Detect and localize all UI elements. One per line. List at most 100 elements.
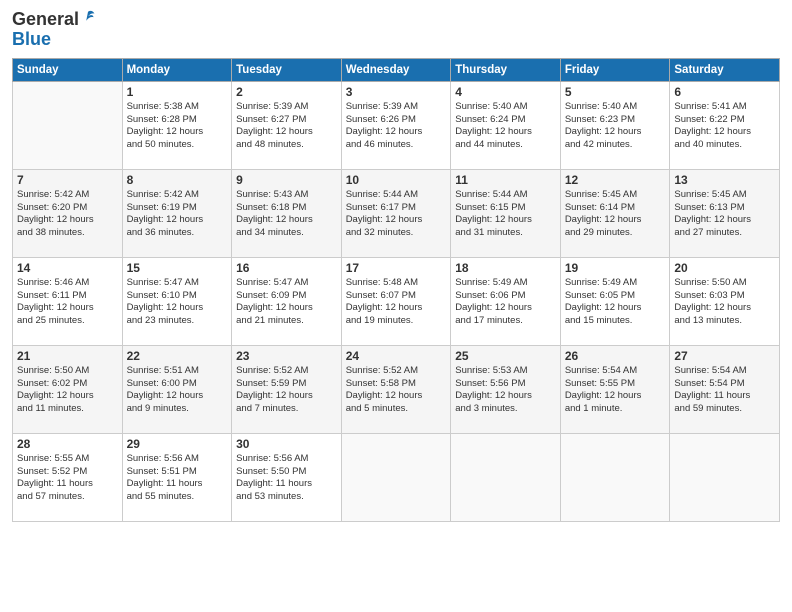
- logo-blue: Blue: [12, 30, 96, 50]
- day-number: 30: [236, 437, 337, 451]
- day-number: 3: [346, 85, 447, 99]
- calendar-cell: 2 Sunrise: 5:39 AM Sunset: 6:27 PM Daylig…: [232, 81, 342, 169]
- calendar-cell: 16 Sunrise: 5:47 AM Sunset: 6:09 PM Dayli…: [232, 257, 342, 345]
- day-number: 24: [346, 349, 447, 363]
- calendar-cell: 5 Sunrise: 5:40 AM Sunset: 6:23 PM Daylig…: [560, 81, 670, 169]
- calendar-cell: 11 Sunrise: 5:44 AM Sunset: 6:15 PM Dayli…: [451, 169, 561, 257]
- calendar-cell: 23Sunrise: 5:52 AM Sunset: 5:59 PM Dayli…: [232, 345, 342, 433]
- day-number: 6: [674, 85, 775, 99]
- calendar-cell: 20Sunrise: 5:50 AM Sunset: 6:03 PM Dayli…: [670, 257, 780, 345]
- calendar-cell: 12 Sunrise: 5:45 AM Sunset: 6:14 PM Dayli…: [560, 169, 670, 257]
- day-info: Sunrise: 5:39 AM Sunset: 6:27 PM Dayligh…: [236, 101, 337, 152]
- day-info: Sunrise: 5:49 AM Sunset: 6:06 PM Dayligh…: [455, 277, 556, 328]
- day-info: Sunrise: 5:46 AM Sunset: 6:11 PM Dayligh…: [17, 277, 118, 328]
- day-info: Sunrise: 5:45 AM Sunset: 6:13 PM Dayligh…: [674, 189, 775, 240]
- day-number: 23: [236, 349, 337, 363]
- weekday-header: Monday: [122, 58, 232, 81]
- day-number: 2: [236, 85, 337, 99]
- calendar-cell: 29 Sunrise: 5:56 AM Sunset: 5:51 PM Dayli…: [122, 433, 232, 521]
- page-header: General Blue: [12, 10, 780, 50]
- calendar-cell: 25Sunrise: 5:53 AM Sunset: 5:56 PM Dayli…: [451, 345, 561, 433]
- weekday-header: Friday: [560, 58, 670, 81]
- calendar-cell: 4 Sunrise: 5:40 AM Sunset: 6:24 PM Daylig…: [451, 81, 561, 169]
- day-number: 7: [17, 173, 118, 187]
- weekday-header: Thursday: [451, 58, 561, 81]
- day-info: Sunrise: 5:43 AM Sunset: 6:18 PM Dayligh…: [236, 189, 337, 240]
- calendar-cell: 21Sunrise: 5:50 AM Sunset: 6:02 PM Dayli…: [13, 345, 123, 433]
- calendar-cell: 17Sunrise: 5:48 AM Sunset: 6:07 PM Dayli…: [341, 257, 451, 345]
- calendar-cell: 27 Sunrise: 5:54 AM Sunset: 5:54 PM Dayli…: [670, 345, 780, 433]
- logo-bird-icon: [80, 10, 96, 30]
- day-number: 9: [236, 173, 337, 187]
- day-info: Sunrise: 5:55 AM Sunset: 5:52 PM Dayligh…: [17, 453, 118, 504]
- calendar-week-row: 14 Sunrise: 5:46 AM Sunset: 6:11 PM Dayli…: [13, 257, 780, 345]
- day-info: Sunrise: 5:56 AM Sunset: 5:51 PM Dayligh…: [127, 453, 228, 504]
- weekday-header: Tuesday: [232, 58, 342, 81]
- calendar-cell: 19 Sunrise: 5:49 AM Sunset: 6:05 PM Dayli…: [560, 257, 670, 345]
- calendar-cell: 26 Sunrise: 5:54 AM Sunset: 5:55 PM Dayli…: [560, 345, 670, 433]
- calendar-header-row: SundayMondayTuesdayWednesdayThursdayFrid…: [13, 58, 780, 81]
- weekday-header: Saturday: [670, 58, 780, 81]
- calendar-cell: 13 Sunrise: 5:45 AM Sunset: 6:13 PM Dayli…: [670, 169, 780, 257]
- calendar-cell: 7 Sunrise: 5:42 AM Sunset: 6:20 PM Daylig…: [13, 169, 123, 257]
- calendar-cell: 8 Sunrise: 5:42 AM Sunset: 6:19 PM Daylig…: [122, 169, 232, 257]
- calendar-cell: [560, 433, 670, 521]
- day-info: Sunrise: 5:40 AM Sunset: 6:24 PM Dayligh…: [455, 101, 556, 152]
- day-number: 5: [565, 85, 666, 99]
- day-number: 29: [127, 437, 228, 451]
- day-info: Sunrise: 5:47 AM Sunset: 6:09 PM Dayligh…: [236, 277, 337, 328]
- day-number: 20: [674, 261, 775, 275]
- day-info: Sunrise: 5:54 AM Sunset: 5:55 PM Dayligh…: [565, 365, 666, 416]
- calendar-week-row: 21Sunrise: 5:50 AM Sunset: 6:02 PM Dayli…: [13, 345, 780, 433]
- day-number: 8: [127, 173, 228, 187]
- day-info: Sunrise: 5:44 AM Sunset: 6:17 PM Dayligh…: [346, 189, 447, 240]
- day-number: 28: [17, 437, 118, 451]
- weekday-header: Sunday: [13, 58, 123, 81]
- day-info: Sunrise: 5:44 AM Sunset: 6:15 PM Dayligh…: [455, 189, 556, 240]
- day-info: Sunrise: 5:50 AM Sunset: 6:02 PM Dayligh…: [17, 365, 118, 416]
- day-number: 18: [455, 261, 556, 275]
- day-info: Sunrise: 5:42 AM Sunset: 6:19 PM Dayligh…: [127, 189, 228, 240]
- day-info: Sunrise: 5:42 AM Sunset: 6:20 PM Dayligh…: [17, 189, 118, 240]
- day-info: Sunrise: 5:49 AM Sunset: 6:05 PM Dayligh…: [565, 277, 666, 328]
- calendar-cell: 24Sunrise: 5:52 AM Sunset: 5:58 PM Dayli…: [341, 345, 451, 433]
- day-info: Sunrise: 5:39 AM Sunset: 6:26 PM Dayligh…: [346, 101, 447, 152]
- calendar-cell: 6Sunrise: 5:41 AM Sunset: 6:22 PM Daylig…: [670, 81, 780, 169]
- day-number: 10: [346, 173, 447, 187]
- day-number: 22: [127, 349, 228, 363]
- calendar-cell: 14 Sunrise: 5:46 AM Sunset: 6:11 PM Dayli…: [13, 257, 123, 345]
- calendar-week-row: 7 Sunrise: 5:42 AM Sunset: 6:20 PM Daylig…: [13, 169, 780, 257]
- day-info: Sunrise: 5:56 AM Sunset: 5:50 PM Dayligh…: [236, 453, 337, 504]
- day-number: 25: [455, 349, 556, 363]
- day-info: Sunrise: 5:45 AM Sunset: 6:14 PM Dayligh…: [565, 189, 666, 240]
- day-info: Sunrise: 5:40 AM Sunset: 6:23 PM Dayligh…: [565, 101, 666, 152]
- day-number: 16: [236, 261, 337, 275]
- calendar-cell: 28 Sunrise: 5:55 AM Sunset: 5:52 PM Dayli…: [13, 433, 123, 521]
- calendar-cell: [13, 81, 123, 169]
- day-number: 4: [455, 85, 556, 99]
- day-info: Sunrise: 5:38 AM Sunset: 6:28 PM Dayligh…: [127, 101, 228, 152]
- calendar-cell: 3 Sunrise: 5:39 AM Sunset: 6:26 PM Daylig…: [341, 81, 451, 169]
- day-number: 17: [346, 261, 447, 275]
- calendar-cell: 22 Sunrise: 5:51 AM Sunset: 6:00 PM Dayli…: [122, 345, 232, 433]
- logo-general: General: [12, 10, 79, 30]
- calendar-cell: 30 Sunrise: 5:56 AM Sunset: 5:50 PM Dayli…: [232, 433, 342, 521]
- day-info: Sunrise: 5:54 AM Sunset: 5:54 PM Dayligh…: [674, 365, 775, 416]
- calendar-cell: 18 Sunrise: 5:49 AM Sunset: 6:06 PM Dayli…: [451, 257, 561, 345]
- day-number: 14: [17, 261, 118, 275]
- calendar-cell: 10 Sunrise: 5:44 AM Sunset: 6:17 PM Dayli…: [341, 169, 451, 257]
- day-number: 11: [455, 173, 556, 187]
- calendar-cell: 1 Sunrise: 5:38 AM Sunset: 6:28 PM Daylig…: [122, 81, 232, 169]
- calendar-cell: [341, 433, 451, 521]
- day-number: 13: [674, 173, 775, 187]
- day-number: 27: [674, 349, 775, 363]
- day-number: 19: [565, 261, 666, 275]
- calendar-week-row: 1 Sunrise: 5:38 AM Sunset: 6:28 PM Daylig…: [13, 81, 780, 169]
- day-number: 26: [565, 349, 666, 363]
- day-number: 12: [565, 173, 666, 187]
- day-info: Sunrise: 5:51 AM Sunset: 6:00 PM Dayligh…: [127, 365, 228, 416]
- day-number: 1: [127, 85, 228, 99]
- day-info: Sunrise: 5:47 AM Sunset: 6:10 PM Dayligh…: [127, 277, 228, 328]
- calendar-cell: 9 Sunrise: 5:43 AM Sunset: 6:18 PM Daylig…: [232, 169, 342, 257]
- calendar-cell: [670, 433, 780, 521]
